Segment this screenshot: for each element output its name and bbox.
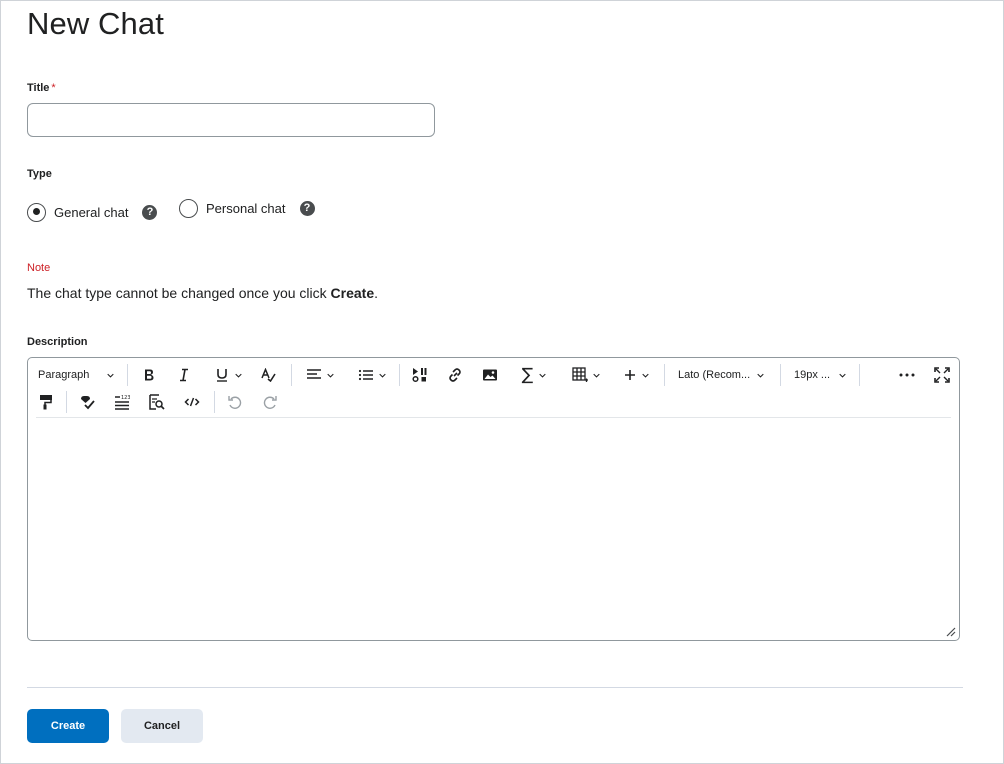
description-editor-area[interactable] (36, 420, 951, 636)
accessibility-checker-icon[interactable] (75, 390, 99, 414)
note-label: Note (27, 262, 51, 274)
format-painter-icon[interactable] (34, 390, 58, 414)
toolbar-separator (859, 364, 860, 386)
insert-stuff-icon[interactable] (408, 363, 432, 387)
toolbar-separator (664, 364, 665, 386)
image-icon[interactable] (478, 363, 502, 387)
italic-icon[interactable] (172, 363, 196, 387)
redo-icon[interactable] (258, 390, 282, 414)
description-label: Description (27, 336, 88, 348)
toolbar-separator (291, 364, 292, 386)
more-icon[interactable] (895, 363, 919, 387)
page-title: New Chat (27, 6, 164, 41)
font-size-dropdown[interactable]: 19px ... (788, 363, 852, 387)
title-input[interactable] (27, 103, 435, 137)
chevron-down-icon (593, 373, 600, 378)
cancel-button[interactable]: Cancel (121, 709, 203, 743)
footer-divider (27, 687, 963, 688)
equation-icon[interactable]: ∑ (516, 363, 552, 387)
type-label: Type (27, 168, 52, 180)
radio-personal-chat[interactable] (179, 198, 198, 218)
title-label: Title * (27, 82, 56, 94)
preview-icon[interactable] (145, 390, 169, 414)
note-text-bold: Create (330, 285, 375, 301)
source-code-icon[interactable] (180, 390, 204, 414)
note-text: The chat type cannot be changed once you… (27, 285, 378, 301)
toolbar-separator (214, 391, 215, 413)
chevron-down-icon (839, 373, 846, 378)
resize-handle-icon[interactable] (944, 625, 956, 637)
radio-general-chat[interactable] (27, 202, 46, 222)
fullscreen-icon[interactable] (930, 363, 954, 387)
toolbar-separator (399, 364, 400, 386)
font-size-label: 19px ... (794, 369, 831, 381)
radio-personal-chat-label[interactable]: Personal chat (206, 201, 286, 216)
title-label-text: Title (27, 82, 50, 94)
toolbar-separator (780, 364, 781, 386)
chevron-down-icon (641, 373, 649, 378)
chevron-down-icon (327, 373, 334, 378)
underline-icon[interactable] (210, 363, 246, 387)
help-icon[interactable]: ? (299, 200, 315, 216)
chevron-down-icon (107, 373, 114, 378)
clear-format-icon[interactable] (256, 363, 280, 387)
toolbar-separator (127, 364, 128, 386)
font-family-label: Lato (Recom... (678, 369, 751, 381)
radio-general-chat-label[interactable]: General chat (54, 205, 128, 220)
list-icon[interactable] (352, 363, 392, 387)
table-icon[interactable] (566, 363, 606, 387)
toolbar-divider (36, 417, 951, 418)
font-family-dropdown[interactable]: Lato (Recom... (672, 363, 770, 387)
bold-icon[interactable] (137, 363, 161, 387)
note-text-after: . (374, 285, 379, 301)
link-icon[interactable] (443, 363, 467, 387)
word-count-icon[interactable]: 123 (110, 390, 134, 414)
toolbar-separator (66, 391, 67, 413)
create-button[interactable]: Create (27, 709, 109, 743)
insert-more-icon[interactable] (618, 363, 654, 387)
block-format-label: Paragraph (38, 369, 90, 381)
rich-text-editor: Paragraph ∑ Lato (Recom... 19px ... 123 (27, 357, 960, 641)
undo-icon[interactable] (223, 390, 247, 414)
chevron-down-icon (234, 373, 242, 378)
chevron-down-icon (757, 373, 764, 378)
radio-personal-chat-row[interactable]: Personal chat ? (179, 195, 315, 221)
note-text-before: The chat type cannot be changed once you… (27, 285, 331, 301)
align-icon[interactable] (300, 363, 340, 387)
radio-general-chat-row[interactable]: General chat ? (27, 199, 158, 225)
required-mark: * (51, 82, 56, 94)
chevron-down-icon (379, 373, 386, 378)
help-icon[interactable]: ? (142, 204, 158, 220)
chevron-down-icon (539, 373, 546, 378)
block-format-dropdown[interactable]: Paragraph (34, 363, 118, 387)
svg-text:123: 123 (121, 395, 130, 401)
